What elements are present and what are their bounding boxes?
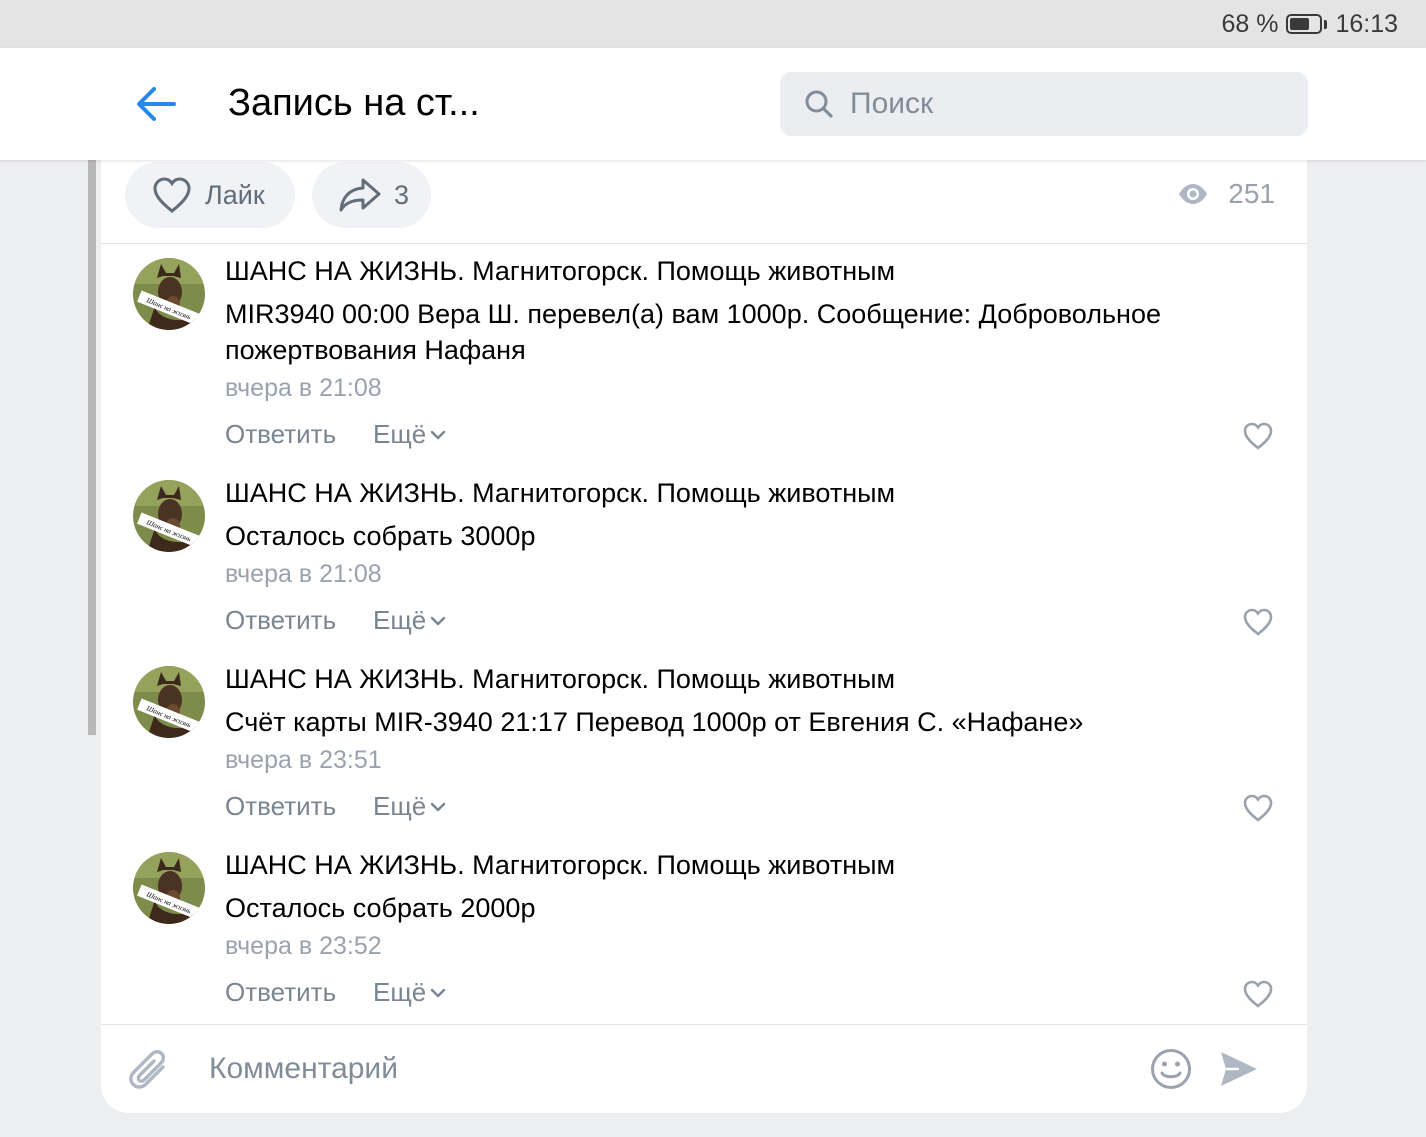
- comment-text: Осталось собрать 2000р: [225, 893, 536, 923]
- comments-card: Лайк 3 251 Шанс на жизнь ШАНС НА ЖИЗНЬ. М…: [101, 150, 1307, 1113]
- comment-input[interactable]: [209, 1045, 1109, 1093]
- share-button[interactable]: 3: [312, 162, 431, 228]
- battery-level-fill: [1290, 18, 1310, 30]
- comment-author[interactable]: ШАНС НА ЖИЗНЬ. Магнитогорск. Помощь живо…: [225, 664, 895, 695]
- back-arrow-icon: [137, 87, 176, 121]
- clock: 16:13: [1335, 9, 1398, 38]
- heart-icon: [1243, 980, 1273, 1008]
- reply-button[interactable]: Ответить: [225, 977, 336, 1008]
- avatar[interactable]: Шанс на жизнь: [133, 852, 205, 924]
- paperclip-icon: [129, 1049, 166, 1089]
- like-label: Лайк: [205, 179, 265, 210]
- comment-time[interactable]: вчера в 21:08: [225, 374, 382, 403]
- status-bar: 68 % 16:13: [0, 0, 1426, 48]
- share-count: 3: [394, 179, 410, 210]
- send-button[interactable]: [1217, 1047, 1261, 1091]
- search-bar[interactable]: [780, 72, 1308, 136]
- avatar[interactable]: Шанс на жизнь: [133, 480, 205, 552]
- comment-time[interactable]: вчера в 23:51: [225, 746, 382, 775]
- comment-text: Осталось собрать 3000р: [225, 521, 536, 551]
- avatar[interactable]: Шанс на жизнь: [133, 666, 205, 738]
- back-button[interactable]: [128, 78, 184, 130]
- attach-button[interactable]: [127, 1047, 173, 1095]
- heart-icon: [1243, 794, 1273, 822]
- comment-like-button[interactable]: [1242, 421, 1274, 451]
- more-button[interactable]: Ещё: [373, 791, 446, 822]
- comment-time[interactable]: вчера в 23:52: [225, 932, 382, 961]
- battery-icon: [1286, 14, 1328, 34]
- more-button[interactable]: Ещё: [373, 605, 446, 636]
- comment-item: Шанс на жизнь ШАНС НА ЖИЗНЬ. Магнитогорск…: [101, 466, 1307, 652]
- reply-button[interactable]: Ответить: [225, 605, 336, 636]
- send-icon: [1221, 1052, 1257, 1086]
- post-actions: Лайк 3 251: [101, 150, 1307, 244]
- comment-item: Шанс на жизнь ШАНС НА ЖИЗНЬ. Магнитогорск…: [101, 652, 1307, 838]
- comment-author[interactable]: ШАНС НА ЖИЗНЬ. Магнитогорск. Помощь живо…: [225, 256, 895, 287]
- more-label: Ещё: [373, 977, 427, 1007]
- reply-button[interactable]: Ответить: [225, 791, 336, 822]
- comment-text: MIR3940 00:00 Вера Ш. перевел(а) вам 100…: [225, 299, 1161, 365]
- comment-time[interactable]: вчера в 21:08: [225, 560, 382, 589]
- more-button[interactable]: Ещё: [373, 977, 446, 1008]
- chevron-down-icon: [431, 988, 446, 997]
- app-header: Запись на ст...: [0, 48, 1426, 160]
- more-button[interactable]: Ещё: [373, 419, 446, 450]
- reply-button[interactable]: Ответить: [225, 419, 336, 450]
- more-label: Ещё: [373, 791, 427, 821]
- share-icon: [339, 178, 381, 212]
- more-label: Ещё: [373, 419, 427, 449]
- heart-icon: [1243, 608, 1273, 636]
- comment-composer: [101, 1024, 1307, 1113]
- chevron-down-icon: [431, 802, 446, 811]
- heart-icon: [1243, 422, 1273, 450]
- emoji-button[interactable]: [1149, 1047, 1193, 1091]
- avatar[interactable]: Шанс на жизнь: [133, 258, 205, 330]
- page-title: Запись на ст...: [228, 82, 480, 124]
- heart-icon: [153, 177, 191, 214]
- comment-author[interactable]: ШАНС НА ЖИЗНЬ. Магнитогорск. Помощь живо…: [225, 478, 895, 509]
- like-button[interactable]: Лайк: [125, 162, 295, 228]
- comment-item: Шанс на жизнь ШАНС НА ЖИЗНЬ. Магнитогорск…: [101, 244, 1307, 450]
- comment-like-button[interactable]: [1242, 793, 1274, 823]
- scroll-indicator[interactable]: [88, 160, 96, 735]
- smile-icon: [1151, 1049, 1191, 1089]
- comment-text: Счёт карты MIR-3940 21:17 Перевод 1000р …: [225, 707, 1084, 737]
- chevron-down-icon: [431, 430, 446, 439]
- comment-item: Шанс на жизнь ШАНС НА ЖИЗНЬ. Магнитогорск…: [101, 838, 1307, 1024]
- comment-author[interactable]: ШАНС НА ЖИЗНЬ. Магнитогорск. Помощь живо…: [225, 850, 895, 881]
- search-input[interactable]: [850, 87, 1250, 121]
- comment-like-button[interactable]: [1242, 607, 1274, 637]
- views-count: 251: [1228, 178, 1275, 209]
- comment-like-button[interactable]: [1242, 979, 1274, 1009]
- views-counter: 251: [1178, 178, 1275, 210]
- eye-icon: [1179, 184, 1208, 204]
- battery-percent: 68 %: [1221, 9, 1279, 38]
- chevron-down-icon: [431, 616, 446, 625]
- search-icon: [805, 90, 833, 118]
- more-label: Ещё: [373, 605, 427, 635]
